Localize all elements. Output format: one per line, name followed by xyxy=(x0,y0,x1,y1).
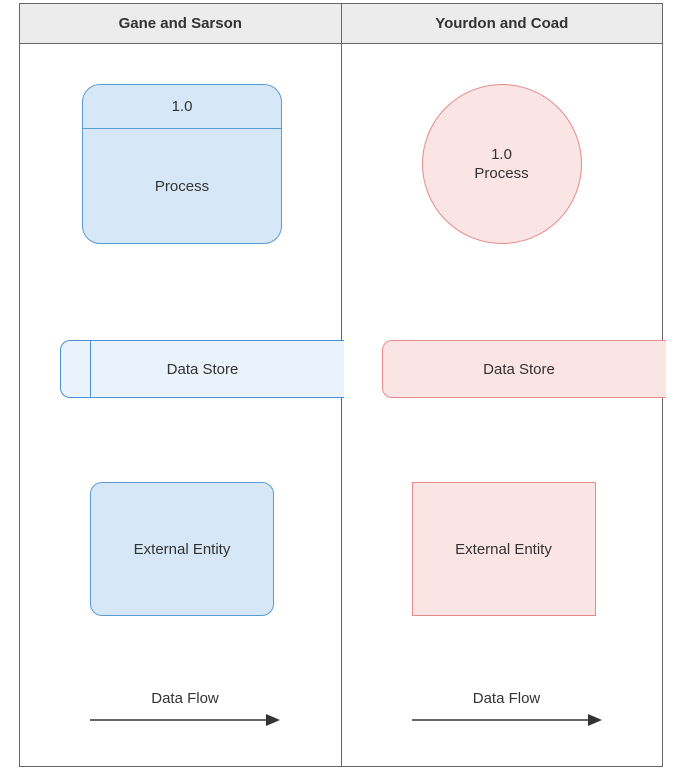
header-gane-sarson: Gane and Sarson xyxy=(20,4,342,43)
gs-external-entity-label: External Entity xyxy=(134,541,231,558)
gs-dataflow: Data Flow xyxy=(90,690,280,727)
yc-dataflow: Data Flow xyxy=(412,690,602,727)
gs-datastore-shape: Data Store xyxy=(60,340,344,398)
gs-process-number: 1.0 xyxy=(83,85,281,129)
gs-process-label: Process xyxy=(83,129,281,243)
header-yourdon-coad: Yourdon and Coad xyxy=(342,4,663,43)
yc-dataflow-label: Data Flow xyxy=(412,690,602,707)
yc-process-number: 1.0 xyxy=(491,145,512,165)
yc-datastore-label: Data Store xyxy=(483,361,555,378)
header-row: Gane and Sarson Yourdon and Coad xyxy=(20,4,662,44)
gs-datastore-label: Data Store xyxy=(91,341,344,397)
arrow-right-icon xyxy=(90,713,280,727)
yc-external-entity-label: External Entity xyxy=(455,541,552,558)
yc-process-shape: 1.0 Process xyxy=(422,84,582,244)
column-yourdon-coad: 1.0 Process Data Store External Entity D… xyxy=(342,44,663,766)
yc-process-label: Process xyxy=(474,164,528,184)
body-row: 1.0 Process Data Store External Entity D… xyxy=(20,44,662,766)
gs-datastore-id-bar xyxy=(61,341,91,397)
yc-external-entity-shape: External Entity xyxy=(412,482,596,616)
gs-process-shape: 1.0 Process xyxy=(82,84,282,244)
gs-dataflow-label: Data Flow xyxy=(90,690,280,707)
column-gane-sarson: 1.0 Process Data Store External Entity D… xyxy=(20,44,342,766)
arrow-right-icon xyxy=(412,713,602,727)
gs-external-entity-shape: External Entity xyxy=(90,482,274,616)
comparison-table: Gane and Sarson Yourdon and Coad 1.0 Pro… xyxy=(19,3,663,767)
yc-datastore-shape: Data Store xyxy=(382,340,666,398)
